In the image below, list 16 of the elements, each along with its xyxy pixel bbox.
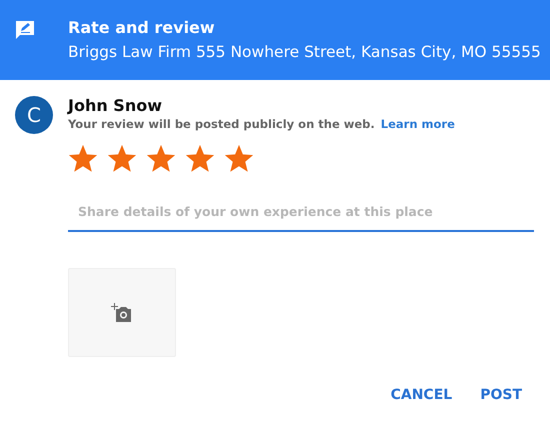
public-notice: Your review will be posted publicly on the web. xyxy=(68,117,375,131)
star-icon[interactable] xyxy=(224,143,254,174)
cancel-button[interactable]: CANCEL xyxy=(384,381,458,410)
star-icon[interactable] xyxy=(107,143,137,174)
dialog-title: Rate and review xyxy=(68,17,216,39)
star-icon[interactable] xyxy=(146,143,176,174)
review-icon xyxy=(15,20,35,40)
add-photo-button[interactable] xyxy=(68,268,176,357)
user-avatar: C xyxy=(15,96,53,134)
star-icon[interactable] xyxy=(185,143,215,174)
post-button[interactable]: POST xyxy=(474,381,528,410)
star-icon[interactable] xyxy=(68,143,98,174)
learn-more-link[interactable]: Learn more xyxy=(380,117,455,131)
place-address: Briggs Law Firm 555 Nowhere Street, Kansas City, MO 55555 xyxy=(68,42,541,63)
add-photo-icon xyxy=(111,302,133,322)
user-name: John Snow xyxy=(68,96,163,116)
